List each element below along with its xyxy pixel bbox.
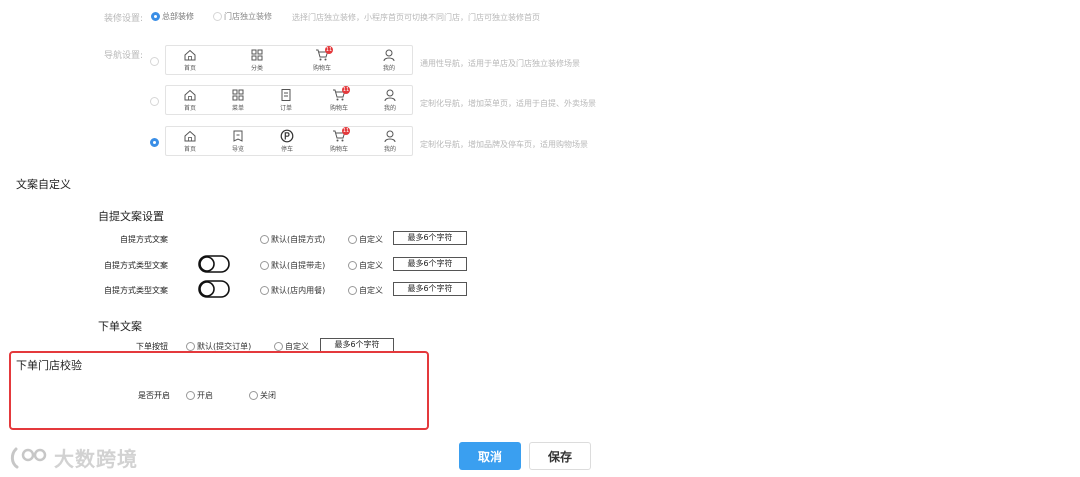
pickup-row3-label: 自提方式类型文案	[104, 286, 168, 295]
radio[interactable]	[348, 286, 357, 295]
pickup-row2-default[interactable]: 默认(自提带走)	[260, 260, 325, 271]
home-icon	[184, 130, 196, 142]
nav-item-cart: 11 购物车	[329, 127, 350, 153]
cart-badge: 11	[325, 46, 333, 54]
radio[interactable]	[348, 261, 357, 270]
pickup-row1-label: 自提方式文案	[120, 235, 168, 244]
pickup-title: 自提文案设置	[98, 210, 164, 223]
pickup-row2-custom[interactable]: 自定义	[348, 260, 383, 271]
pickup-row3-input[interactable]: 最多6个字符	[393, 282, 467, 296]
user-icon	[384, 130, 396, 143]
nav-row3-radio[interactable]	[150, 138, 159, 147]
decor-hint: 选择门店独立装修，小程序首页可切换不同门店，门店可独立装修首页	[292, 13, 540, 22]
nav-row2-radio[interactable]	[150, 97, 159, 106]
nav-row1-radio[interactable]	[150, 57, 159, 66]
nav-item-parking: 停车	[272, 129, 302, 153]
toggle-switch[interactable]	[198, 280, 230, 298]
decor-option-store-label: 门店独立装修	[224, 12, 272, 21]
store-check-on[interactable]: 开启	[186, 390, 213, 401]
nav-preview-row1[interactable]: 首页 分类 11 购物车 我的	[165, 45, 413, 75]
radio[interactable]	[186, 342, 195, 351]
store-check-title: 下单门店校验	[16, 357, 82, 373]
cancel-button[interactable]: 取消	[459, 442, 521, 470]
nav-item-cart: 11 购物车	[329, 86, 350, 112]
cart-badge: 11	[342, 127, 350, 135]
decor-option-hq-label: 总部装修	[162, 12, 194, 21]
store-check-off[interactable]: 关闭	[249, 390, 276, 401]
radio[interactable]	[260, 235, 269, 244]
cart-badge: 11	[342, 86, 350, 94]
decor-option-store[interactable]: 门店独立装修	[213, 11, 272, 22]
radio[interactable]	[249, 391, 258, 400]
nav-item-home: 首页	[175, 48, 205, 72]
nav-item-home: 首页	[175, 88, 205, 112]
decor-label: 装修设置:	[104, 14, 144, 24]
radio[interactable]	[260, 261, 269, 270]
nav-item-home: 首页	[175, 129, 205, 153]
nav-item-cart: 11 购物车	[312, 46, 333, 72]
nav-item-orders: 订单	[271, 88, 301, 112]
pickup-row1-custom[interactable]: 自定义	[348, 234, 383, 245]
watermark: 大数跨境	[10, 443, 138, 472]
home-icon	[184, 89, 196, 101]
save-button[interactable]: 保存	[529, 442, 591, 470]
radio[interactable]	[260, 286, 269, 295]
nav-item-mine: 我的	[374, 48, 404, 72]
pickup-row2-label: 自提方式类型文案	[104, 261, 168, 270]
pickup-row2-input[interactable]: 最多6个字符	[393, 257, 467, 271]
order-custom-input[interactable]: 最多6个字符	[320, 338, 394, 352]
radio[interactable]	[186, 391, 195, 400]
nav-item-menu: 菜单	[223, 88, 253, 112]
radio[interactable]	[274, 342, 283, 351]
user-icon	[384, 89, 396, 102]
copy-section-title: 文案自定义	[16, 178, 71, 191]
pickup-row3-custom[interactable]: 自定义	[348, 285, 383, 296]
pickup-row1-input[interactable]: 最多6个字符	[393, 231, 467, 245]
nav-row3-desc: 定制化导航，增加品牌及停车页，适用购物场景	[420, 140, 588, 149]
watermark-logo-icon	[10, 447, 47, 468]
radio-store[interactable]	[213, 12, 222, 21]
nav-item-mine: 我的	[375, 88, 405, 112]
user-icon	[383, 49, 395, 62]
nav-row1-desc: 通用性导航，适用于单店及门店独立装修场景	[420, 59, 580, 68]
radio-hq[interactable]	[151, 12, 160, 21]
pickup-row1-default[interactable]: 默认(自提方式)	[260, 234, 325, 245]
radio[interactable]	[348, 235, 357, 244]
order-copy-title: 下单文案	[98, 320, 142, 333]
guide-icon	[233, 130, 243, 142]
nav-row2-desc: 定制化导航，增加菜单页，适用于自提、外卖场景	[420, 99, 596, 108]
pickup-row3-default[interactable]: 默认(店内用餐)	[260, 285, 325, 296]
decor-option-hq[interactable]: 总部装修	[151, 11, 194, 22]
nav-preview-row2[interactable]: 首页 菜单 订单 11 购物车 我的	[165, 85, 413, 115]
toggle-switch[interactable]	[198, 255, 230, 273]
nav-preview-row3[interactable]: 首页 导览 停车 11 购物车 我的	[165, 126, 413, 156]
nav-item-mine: 我的	[375, 129, 405, 153]
nav-item-category: 分类	[242, 48, 272, 72]
nav-label: 导航设置:	[104, 51, 144, 61]
grid-icon	[232, 89, 244, 101]
home-icon	[184, 49, 196, 61]
watermark-text: 大数跨境	[54, 447, 138, 471]
parking-icon	[280, 129, 294, 143]
nav-item-guide: 导览	[223, 129, 253, 153]
document-icon	[281, 89, 291, 101]
store-check-label: 是否开启	[138, 391, 170, 400]
grid-icon	[251, 49, 263, 61]
